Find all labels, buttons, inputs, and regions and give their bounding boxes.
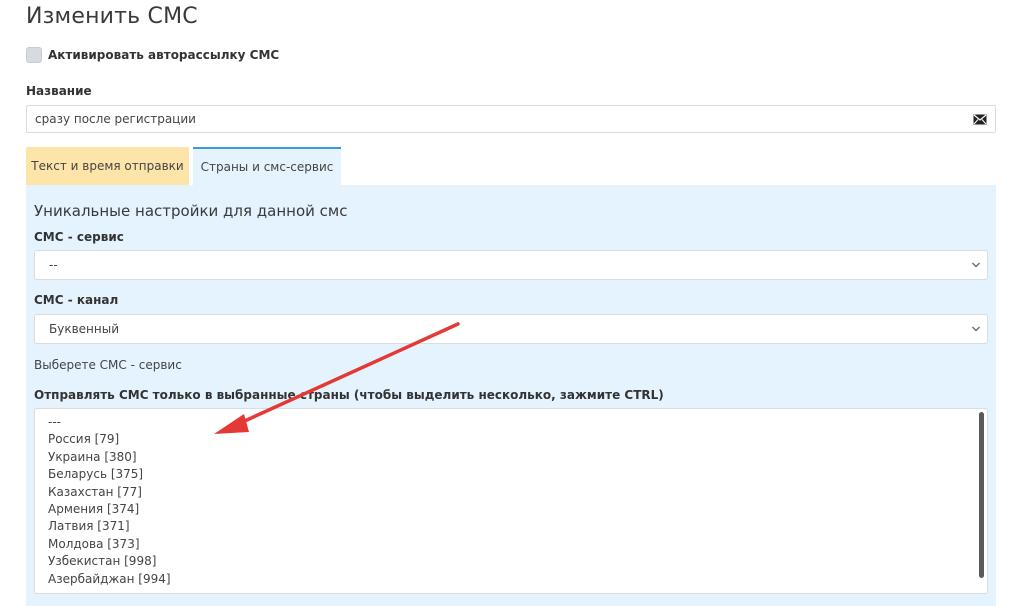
country-option[interactable]: Молдова [373] (48, 536, 987, 553)
country-option[interactable]: Беларусь [375] (48, 466, 987, 483)
page-title: Изменить СМС (26, 4, 198, 29)
tab-countries-and-sms-service[interactable]: Страны и смс-сервис (193, 147, 341, 185)
country-list: --- Россия [79] Украина [380] Беларусь [… (35, 409, 987, 588)
sms-channel-value: Буквенный (49, 322, 120, 336)
name-label: Название (26, 84, 92, 98)
country-option[interactable]: Азербайджан [994] (48, 571, 987, 588)
sms-service-label: СМС - сервис (34, 230, 124, 244)
chevron-down-icon (972, 262, 980, 268)
country-option[interactable]: Узбекистан [998] (48, 553, 987, 570)
activate-label: Активировать авторассылку СМС (48, 48, 280, 62)
scrollbar-thumb[interactable] (979, 412, 984, 578)
country-option[interactable]: Казахстан [77] (48, 484, 987, 501)
activate-checkbox[interactable] (26, 47, 42, 63)
country-option[interactable]: Латвия [371] (48, 518, 987, 535)
name-input[interactable] (35, 112, 935, 126)
sms-channel-label: СМС - канал (34, 293, 119, 307)
name-field[interactable] (26, 105, 996, 133)
activate-row[interactable]: Активировать авторассылку СМС (26, 47, 279, 63)
sms-channel-select[interactable]: Буквенный (34, 314, 988, 344)
country-option[interactable]: --- (48, 414, 987, 431)
country-option[interactable]: Украина [380] (48, 449, 987, 466)
sms-service-value: -- (49, 258, 58, 272)
country-option[interactable]: Армения [374] (48, 501, 987, 518)
panel-heading: Уникальные настройки для данной смс (34, 202, 348, 220)
sms-service-select[interactable]: -- (34, 250, 988, 280)
envelope-icon (973, 114, 987, 124)
tab-text-and-time[interactable]: Текст и время отправки (26, 147, 189, 185)
select-service-hint: Выберете СМС - сервис (34, 358, 182, 372)
countries-multi-select[interactable]: --- Россия [79] Украина [380] Беларусь [… (34, 408, 988, 594)
country-option[interactable]: Россия [79] (48, 431, 987, 448)
chevron-down-icon (972, 326, 980, 332)
countries-label: Отправлять СМС только в выбранные страны… (34, 388, 664, 402)
